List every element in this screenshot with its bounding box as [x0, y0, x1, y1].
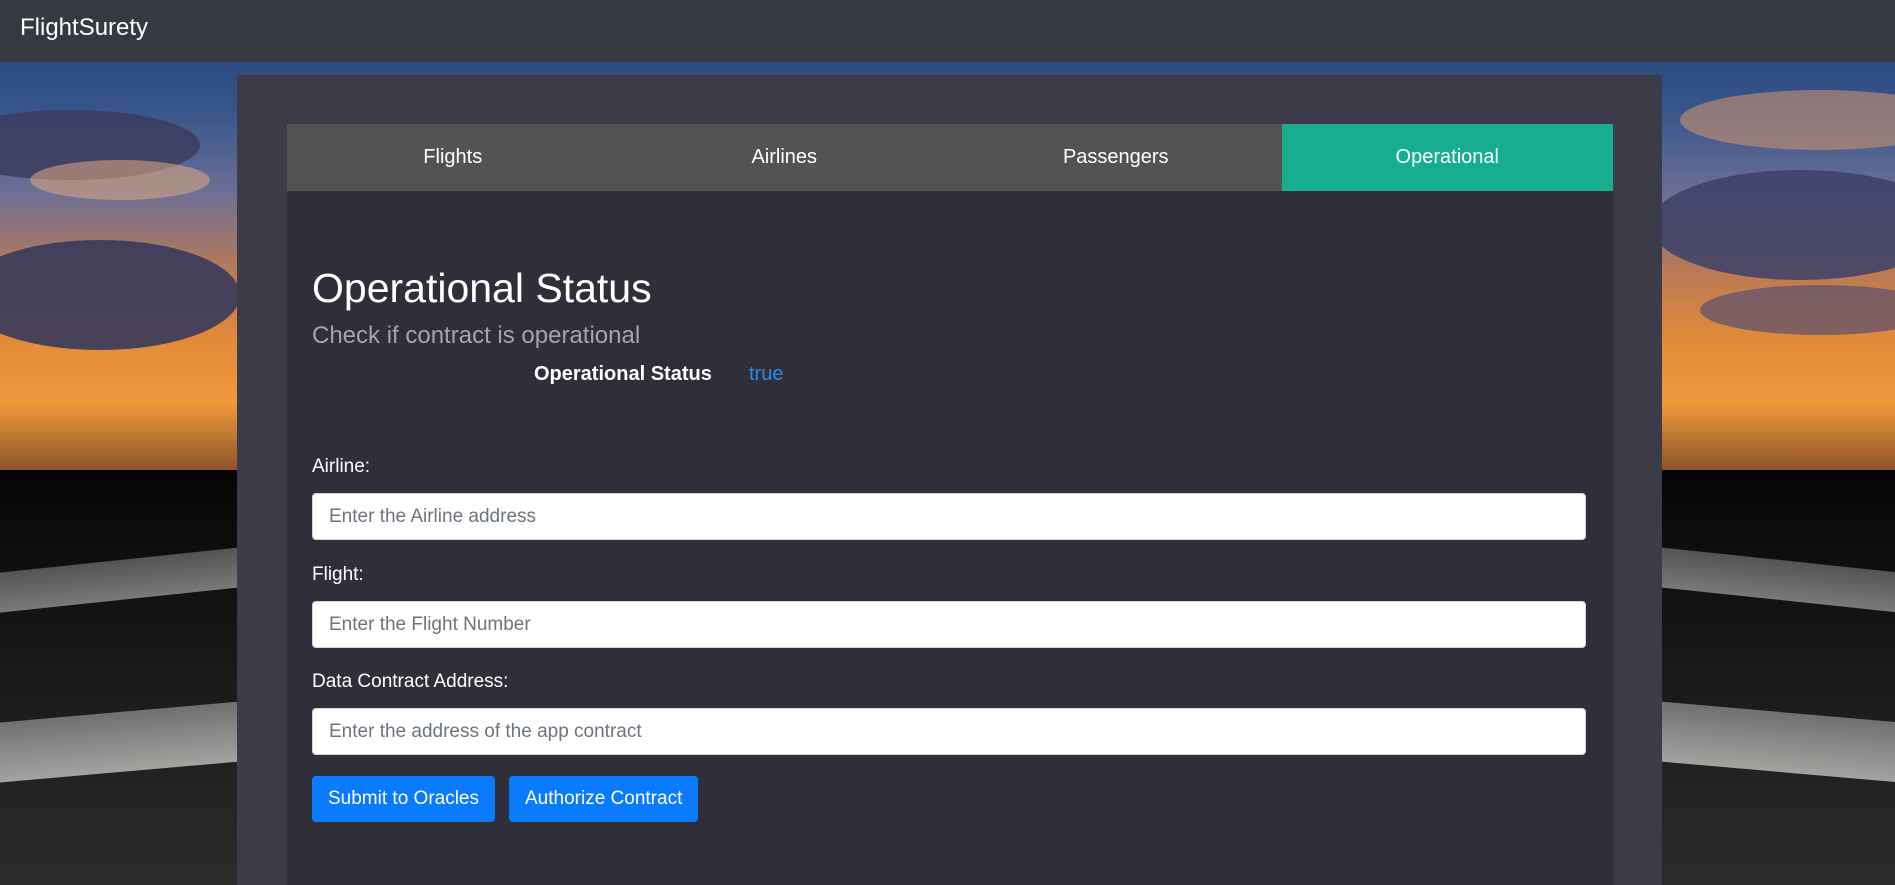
data-contract-input[interactable] — [312, 708, 1586, 755]
airline-input[interactable] — [312, 493, 1586, 540]
tab-passengers[interactable]: Passengers — [950, 124, 1282, 191]
airline-label: Airline: — [312, 456, 371, 477]
flight-input[interactable] — [312, 601, 1586, 648]
cloud — [30, 160, 210, 200]
main-panel: Flights Airlines Passengers Operational … — [237, 75, 1662, 885]
tab-airlines[interactable]: Airlines — [619, 124, 951, 191]
brand-title[interactable]: FlightSurety — [20, 14, 148, 42]
tab-bar: Flights Airlines Passengers Operational — [287, 124, 1613, 191]
tab-operational[interactable]: Operational — [1281, 124, 1613, 191]
operational-status-label: Operational Status — [534, 363, 712, 385]
flight-label: Flight: — [312, 564, 364, 585]
page-title: Operational Status — [312, 265, 652, 311]
operational-status-value: true — [749, 363, 784, 385]
page-subtitle: Check if contract is operational — [312, 322, 641, 349]
authorize-contract-button[interactable]: Authorize Contract — [509, 776, 699, 822]
tab-content: Operational Status Check if contract is … — [287, 191, 1613, 885]
top-navbar: FlightSurety — [0, 0, 1895, 62]
tab-flights[interactable]: Flights — [287, 124, 619, 191]
submit-to-oracles-button[interactable]: Submit to Oracles — [312, 776, 495, 822]
data-contract-label: Data Contract Address: — [312, 671, 509, 692]
